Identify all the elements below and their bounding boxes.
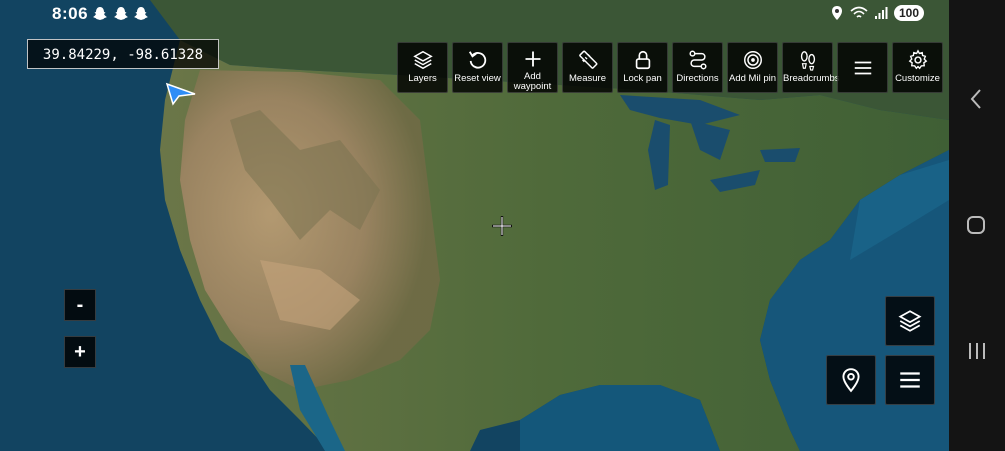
layers-icon — [412, 50, 433, 70]
reset-view-button[interactable]: Reset view — [452, 42, 503, 93]
add-mil-pin-button[interactable]: Add Mil pin — [727, 42, 778, 93]
recents-nav-icon[interactable] — [966, 340, 988, 362]
reset-icon — [468, 51, 486, 69]
clock: 8:06 — [52, 4, 89, 23]
layers-label: Layers — [408, 73, 437, 84]
reset-view-label: Reset view — [454, 73, 501, 84]
add-mil-pin-label: Add Mil pin — [729, 73, 776, 84]
directions-icon — [688, 50, 707, 70]
breadcrumbs-button[interactable]: Breadcrumbs — [782, 42, 840, 93]
measure-label: Measure — [569, 73, 606, 84]
snapchat-icon — [114, 7, 128, 20]
location-icon — [831, 6, 842, 20]
footprints-icon — [800, 51, 815, 71]
zoom-in-button[interactable]: + — [64, 336, 96, 368]
system-nav-bar — [949, 0, 1005, 451]
coordinates-readout: 39.84229, -98.61328 — [27, 39, 219, 69]
map-toolbar: Layers Reset view Add waypoint Measure L… — [397, 42, 943, 93]
back-nav-icon[interactable] — [969, 88, 983, 110]
wifi-icon — [850, 6, 868, 18]
menu-icon — [900, 372, 920, 388]
customize-button[interactable]: Customize — [892, 42, 943, 93]
ruler-icon — [578, 50, 597, 69]
snapchat-icon — [134, 7, 148, 20]
breadcrumbs-label: Breadcrumbs — [783, 73, 840, 84]
add-waypoint-label: Add waypoint — [513, 71, 552, 92]
add-waypoint-button[interactable]: Add waypoint — [507, 42, 558, 93]
location-arrow-icon — [165, 82, 196, 106]
lock-pan-label: Lock pan — [623, 73, 662, 84]
directions-button[interactable]: Directions — [672, 42, 723, 93]
zoom-out-button[interactable]: - — [64, 289, 96, 321]
target-icon — [743, 51, 762, 69]
snapchat-icon — [93, 7, 107, 20]
customize-label: Customize — [895, 73, 940, 84]
status-bar: 8:06 100 — [0, 0, 949, 28]
layers-icon — [898, 310, 922, 332]
lock-icon — [635, 50, 650, 70]
crosshair-icon — [492, 216, 512, 236]
map-pin-icon — [842, 368, 860, 393]
gear-icon — [908, 49, 927, 70]
menu-button[interactable] — [837, 42, 888, 93]
menu-icon — [854, 61, 871, 74]
home-nav-icon[interactable] — [966, 215, 986, 235]
location-pin-button[interactable] — [826, 355, 876, 405]
status-icons: 100 — [830, 5, 924, 21]
battery-indicator: 100 — [893, 5, 924, 21]
directions-label: Directions — [676, 73, 719, 84]
layers-button[interactable]: Layers — [397, 42, 448, 93]
measure-button[interactable]: Measure — [562, 42, 613, 93]
lock-pan-button[interactable]: Lock pan — [617, 42, 668, 93]
main-menu-button[interactable] — [885, 355, 935, 405]
layers-fab-button[interactable] — [885, 296, 935, 346]
signal-icon — [874, 7, 888, 19]
plus-icon — [525, 51, 540, 67]
